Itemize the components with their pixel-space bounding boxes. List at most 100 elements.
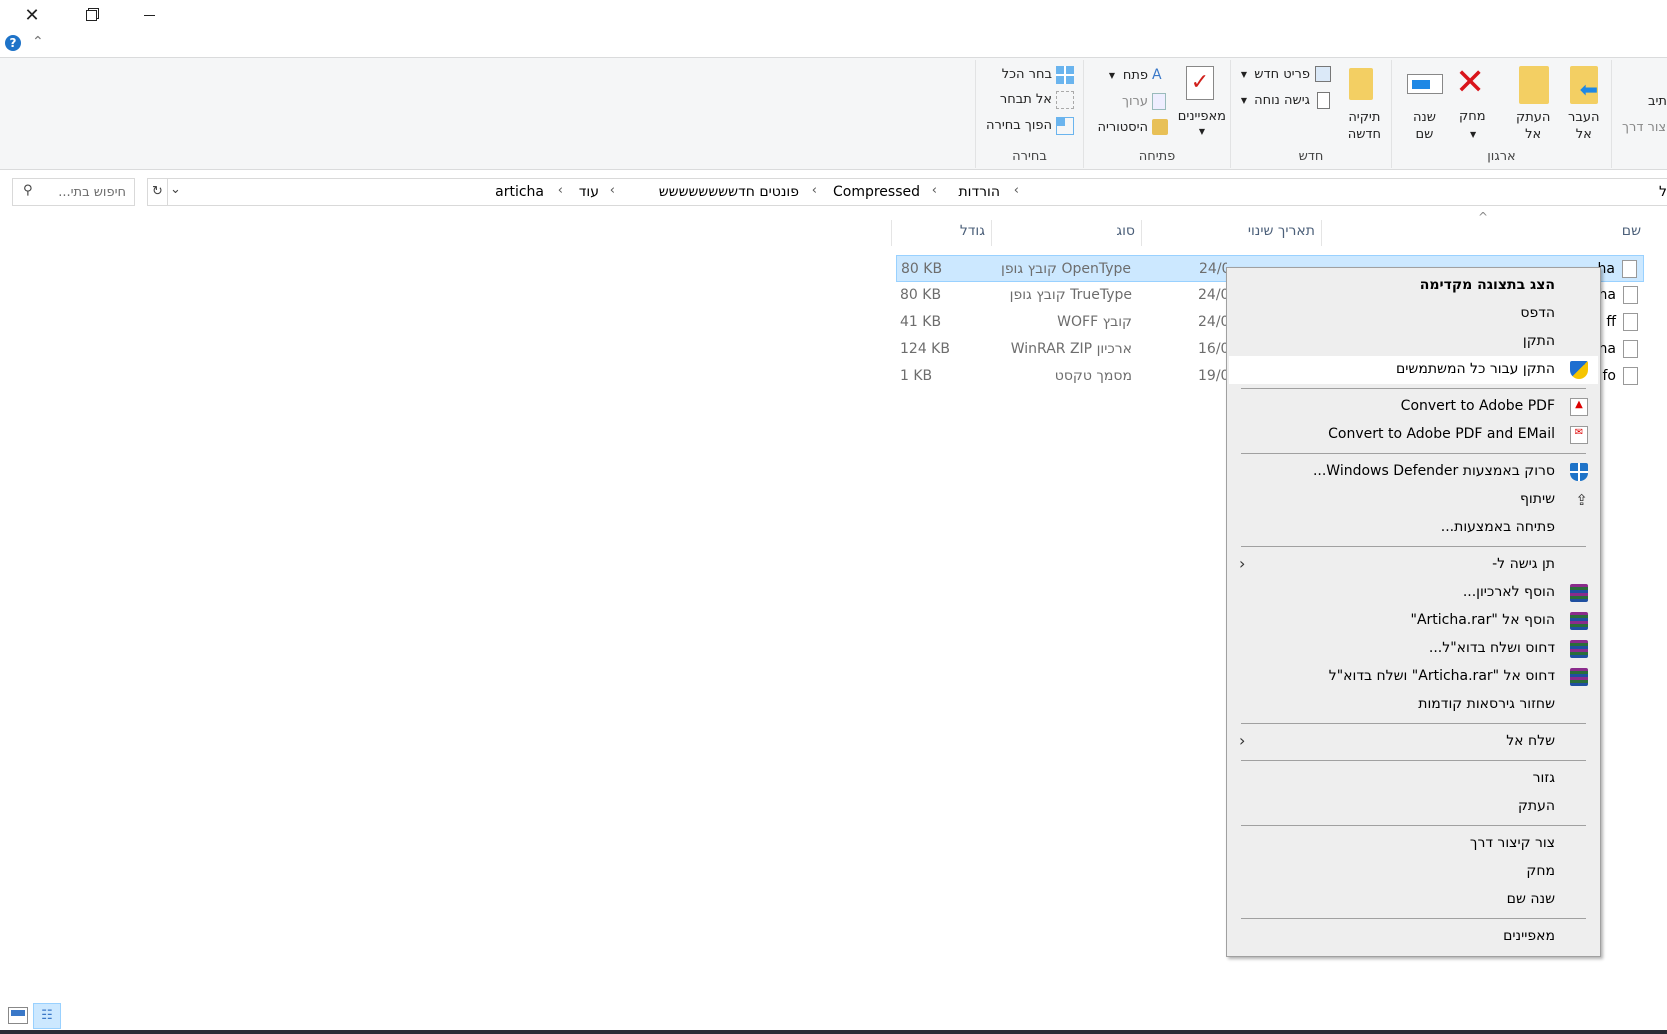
- menu-item-convert-pdf-email[interactable]: ✉ Convert to Adobe PDF and EMail: [1229, 421, 1598, 449]
- ribbon: בחר הכל אל תבחר הפוך בחירה בחירה ✓ מאפיי…: [0, 57, 1667, 170]
- menu-item-compress-email[interactable]: דחוס ושלח בדוא"ל...: [1229, 635, 1598, 663]
- menu-item-compress-rar-email[interactable]: דחוס אל "Articha.rar" ושלח בדוא"ל: [1229, 663, 1598, 691]
- easy-access-button[interactable]: גישה נוחה: [1254, 93, 1310, 108]
- menu-item-delete[interactable]: מחק: [1229, 858, 1598, 886]
- winrar-icon: [1570, 612, 1588, 630]
- properties-button[interactable]: מאפיינים: [1178, 109, 1226, 124]
- edit-button[interactable]: ערוך: [1122, 94, 1148, 109]
- close-button[interactable]: ✕: [12, 2, 52, 28]
- file-date: 16/0: [1198, 341, 1226, 357]
- close-icon: ✕: [24, 4, 40, 26]
- menu-item-preview[interactable]: הצג בתצוגה מקדימה: [1229, 272, 1598, 300]
- chevron-up-icon[interactable]: ⌃: [32, 34, 44, 50]
- history-button[interactable]: היסטוריה: [1097, 120, 1148, 135]
- menu-item-defender-scan[interactable]: סרוק באמצעות Windows Defender...: [1229, 458, 1598, 486]
- menu-label: הצג בתצוגה מקדימה: [1419, 277, 1555, 293]
- file-size: 1 KB: [900, 368, 933, 384]
- new-item-button[interactable]: פריט חדש: [1254, 67, 1310, 82]
- menu-separator: [1229, 821, 1598, 830]
- file-date: 24/03/2020 12:50: [1199, 261, 1227, 277]
- menu-label: העתק: [1517, 798, 1555, 814]
- adobe-pdf-icon: ▲: [1570, 398, 1588, 416]
- refresh-icon[interactable]: ↻: [148, 179, 168, 205]
- column-header-type[interactable]: סוג: [991, 220, 1141, 246]
- menu-item-create-shortcut[interactable]: צור קיצור דרך: [1229, 830, 1598, 858]
- new-folder-button[interactable]: תיקיה חדשה: [1348, 109, 1381, 143]
- menu-item-restore-versions[interactable]: שחזור גירסאות קודמות: [1229, 691, 1598, 719]
- menu-item-open-with[interactable]: פתיחה באמצעות...: [1229, 514, 1598, 542]
- menu-item-print[interactable]: הדפס: [1229, 300, 1598, 328]
- help-button[interactable]: ?: [5, 35, 21, 51]
- menu-item-install[interactable]: התקן: [1229, 328, 1598, 356]
- address-bar[interactable]: ↻ ⌄ articha ‹ עוד ‹ פונטים חדשששששששש ‹ …: [147, 178, 1667, 206]
- file-size: 124 KB: [900, 341, 950, 357]
- menu-item-share[interactable]: ⇪ שיתוף: [1229, 486, 1598, 514]
- invert-selection-button[interactable]: הפוך בחירה: [986, 118, 1052, 133]
- copy-to-button[interactable]: העתק אל: [1516, 109, 1550, 143]
- delete-button[interactable]: מחק: [1459, 109, 1486, 124]
- menu-label: מחק: [1526, 863, 1555, 879]
- menu-separator: [1229, 914, 1598, 923]
- file-size: 41 KB: [900, 314, 942, 330]
- menu-label: הוסף לארכיון...: [1462, 584, 1555, 600]
- details-view-button[interactable]: ☷: [33, 1003, 61, 1029]
- group-label: פתיחה: [1138, 149, 1176, 164]
- ribbon-group-clipboard: תיב יצור דרך: [1611, 60, 1667, 168]
- label-line: העבר: [1568, 110, 1600, 125]
- delete-icon: ✕: [1455, 62, 1486, 103]
- menu-label: צור קיצור דרך: [1469, 835, 1555, 851]
- maximize-button[interactable]: [71, 2, 111, 28]
- file-type: OpenType קובץ גופן: [1001, 261, 1131, 277]
- menu-item-send-to[interactable]: שלח אל ‹: [1229, 728, 1598, 756]
- select-all-button[interactable]: בחר הכל: [1002, 67, 1052, 82]
- large-icons-view-button[interactable]: [8, 1007, 28, 1024]
- menu-item-cut[interactable]: גזור: [1229, 765, 1598, 793]
- column-header-size[interactable]: גודל: [891, 220, 991, 246]
- file-size: 80 KB: [901, 261, 943, 277]
- breadcrumb-articha[interactable]: articha: [495, 184, 544, 200]
- details-view-icon: ☷: [41, 1008, 53, 1023]
- breadcrumb-root[interactable]: לי: [1659, 184, 1667, 200]
- breadcrumb-fonts[interactable]: פונטים חדשששששששש: [659, 184, 799, 200]
- breadcrumb-compressed[interactable]: Compressed: [833, 184, 920, 200]
- search-input[interactable]: חיפוש בתי... ⚲: [12, 178, 135, 206]
- menu-item-add-rar[interactable]: הוסף אל "Articha.rar": [1229, 607, 1598, 635]
- dropdown-arrow-icon: ▼: [1470, 130, 1477, 139]
- breadcrumb-downloads[interactable]: הורדות: [958, 184, 1000, 200]
- file-date: 19/0: [1198, 368, 1226, 384]
- clipboard-item[interactable]: תיב: [1648, 94, 1667, 109]
- file-name: fo: [1602, 368, 1617, 384]
- chevron-down-icon[interactable]: ⌄: [170, 182, 181, 197]
- windows-defender-icon: [1570, 463, 1588, 481]
- rename-button[interactable]: שנה שם: [1413, 109, 1436, 143]
- ribbon-group-organize: שנה שם ✕ מחק ▼ העתק אל ⬅ העבר אל ארגון: [1391, 60, 1611, 168]
- share-icon: ⇪: [1575, 491, 1588, 509]
- menu-item-rename[interactable]: שנה שם: [1229, 886, 1598, 914]
- clipboard-item[interactable]: יצור דרך: [1622, 120, 1667, 135]
- column-header-date[interactable]: תאריך שינוי: [1141, 220, 1321, 246]
- menu-label: התקן עבור כל המשתמשים: [1395, 361, 1555, 377]
- winrar-icon: [1570, 668, 1588, 686]
- rename-icon: [1407, 74, 1443, 94]
- breadcrumb-more[interactable]: עוד: [579, 184, 599, 200]
- menu-label: Convert to Adobe PDF: [1400, 398, 1555, 414]
- menu-separator: [1229, 449, 1598, 458]
- select-none-button[interactable]: אל תבחר: [1000, 92, 1052, 107]
- menu-item-give-access[interactable]: תן גישה ל- ‹: [1229, 551, 1598, 579]
- label-line: אל: [1525, 127, 1542, 142]
- label-line: תיקיה: [1348, 110, 1381, 125]
- winrar-icon: [1570, 584, 1588, 602]
- context-menu: הצג בתצוגה מקדימה הדפס התקן התקן עבור כל…: [1226, 267, 1601, 957]
- group-label: ארגון: [1487, 149, 1516, 164]
- invert-selection-icon: [1056, 117, 1074, 135]
- menu-label: הוסף אל "Articha.rar": [1410, 612, 1555, 628]
- menu-item-install-all-users[interactable]: התקן עבור כל המשתמשים: [1229, 356, 1598, 384]
- menu-item-add-archive[interactable]: הוסף לארכיון...: [1229, 579, 1598, 607]
- menu-item-convert-pdf[interactable]: ▲ Convert to Adobe PDF: [1229, 393, 1598, 421]
- file-name: ha: [1598, 287, 1616, 303]
- move-to-button[interactable]: העבר אל: [1568, 109, 1599, 143]
- menu-item-properties[interactable]: מאפיינים: [1229, 923, 1598, 951]
- open-button[interactable]: פתח: [1123, 68, 1148, 83]
- minimize-button[interactable]: [129, 2, 169, 28]
- menu-item-copy[interactable]: העתק: [1229, 793, 1598, 821]
